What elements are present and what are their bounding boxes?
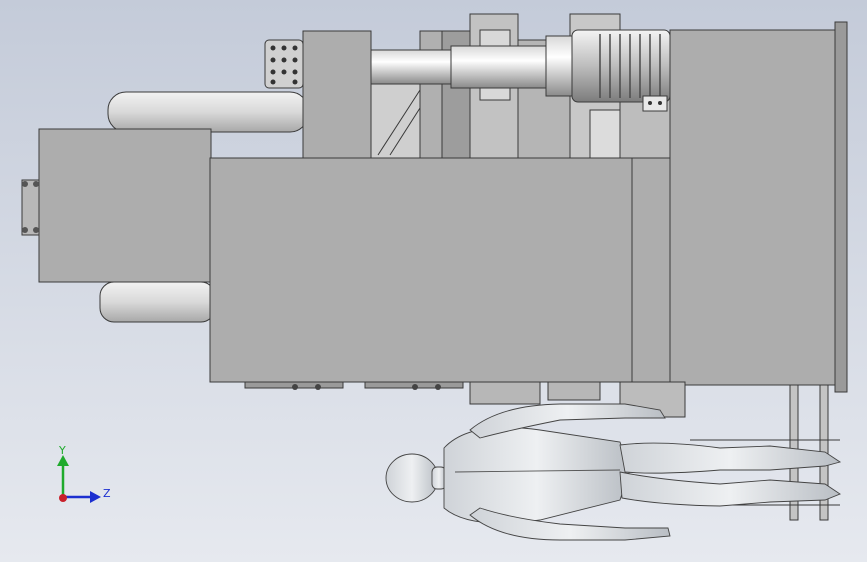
bolt-icon	[22, 227, 28, 233]
motor[interactable]	[571, 29, 671, 112]
lower-tank[interactable]	[99, 281, 216, 323]
bolt-icon	[33, 227, 39, 233]
left-housing-block[interactable]	[38, 128, 212, 283]
right-housing[interactable]	[669, 21, 848, 393]
left-flange[interactable]	[21, 179, 40, 236]
upper-tank[interactable]	[107, 91, 309, 133]
cad-model-view[interactable]: Y Z	[0, 0, 867, 562]
main-cabinet[interactable]	[209, 157, 671, 383]
coupling[interactable]	[264, 39, 304, 89]
y-axis-label: Y	[58, 444, 66, 457]
bolt-icon	[22, 181, 28, 187]
bolt-icon	[33, 181, 39, 187]
z-axis-label: Z	[103, 487, 111, 500]
cad-viewport[interactable]: Y Z	[0, 0, 867, 562]
